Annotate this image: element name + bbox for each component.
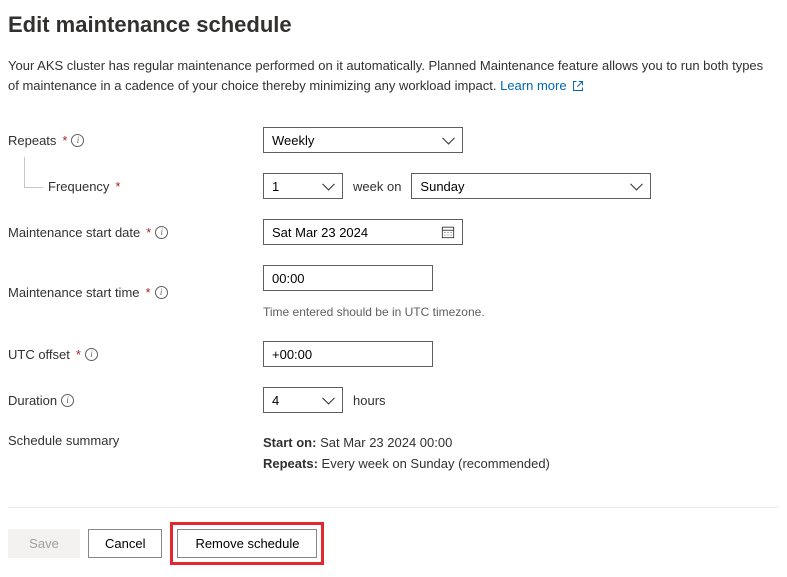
frequency-select[interactable]: 1 <box>263 173 343 199</box>
remove-schedule-button[interactable]: Remove schedule <box>177 529 317 558</box>
frequency-label: Frequency* <box>8 179 263 194</box>
start-date-label: Maintenance start date* i <box>8 225 263 240</box>
week-on-label: week on <box>353 179 401 194</box>
duration-select[interactable]: 4 <box>263 387 343 413</box>
info-icon[interactable]: i <box>61 394 74 407</box>
hours-label: hours <box>353 393 386 408</box>
footer-divider <box>8 507 779 508</box>
info-icon[interactable]: i <box>85 348 98 361</box>
repeats-select[interactable]: Weekly <box>263 127 463 153</box>
day-select[interactable]: Sunday <box>411 173 651 199</box>
start-time-input[interactable] <box>263 265 433 291</box>
page-title: Edit maintenance schedule <box>8 12 779 38</box>
cancel-button[interactable]: Cancel <box>88 529 162 558</box>
time-helper-text: Time entered should be in UTC timezone. <box>263 305 485 319</box>
learn-more-link[interactable]: Learn more <box>500 78 584 93</box>
duration-label: Duration i <box>8 393 263 408</box>
info-icon[interactable]: i <box>155 226 168 239</box>
info-icon[interactable]: i <box>71 134 84 147</box>
external-link-icon <box>572 80 584 92</box>
description-text: Your AKS cluster has regular maintenance… <box>8 56 768 95</box>
utc-offset-label: UTC offset* i <box>8 347 263 362</box>
remove-highlight-box: Remove schedule <box>170 522 324 565</box>
info-icon[interactable]: i <box>155 286 168 299</box>
repeats-label: Repeats* i <box>8 133 263 148</box>
description-body: Your AKS cluster has regular maintenance… <box>8 58 763 93</box>
utc-offset-input[interactable] <box>263 341 433 367</box>
schedule-summary-label: Schedule summary <box>8 433 263 448</box>
schedule-summary-value: Start on: Sat Mar 23 2024 00:00 Repeats:… <box>263 433 550 475</box>
start-time-label: Maintenance start time* i <box>8 285 263 300</box>
footer-actions: Save Cancel Remove schedule <box>8 522 779 565</box>
save-button: Save <box>8 529 80 558</box>
start-date-input[interactable] <box>263 219 463 245</box>
learn-more-label: Learn more <box>500 78 566 93</box>
